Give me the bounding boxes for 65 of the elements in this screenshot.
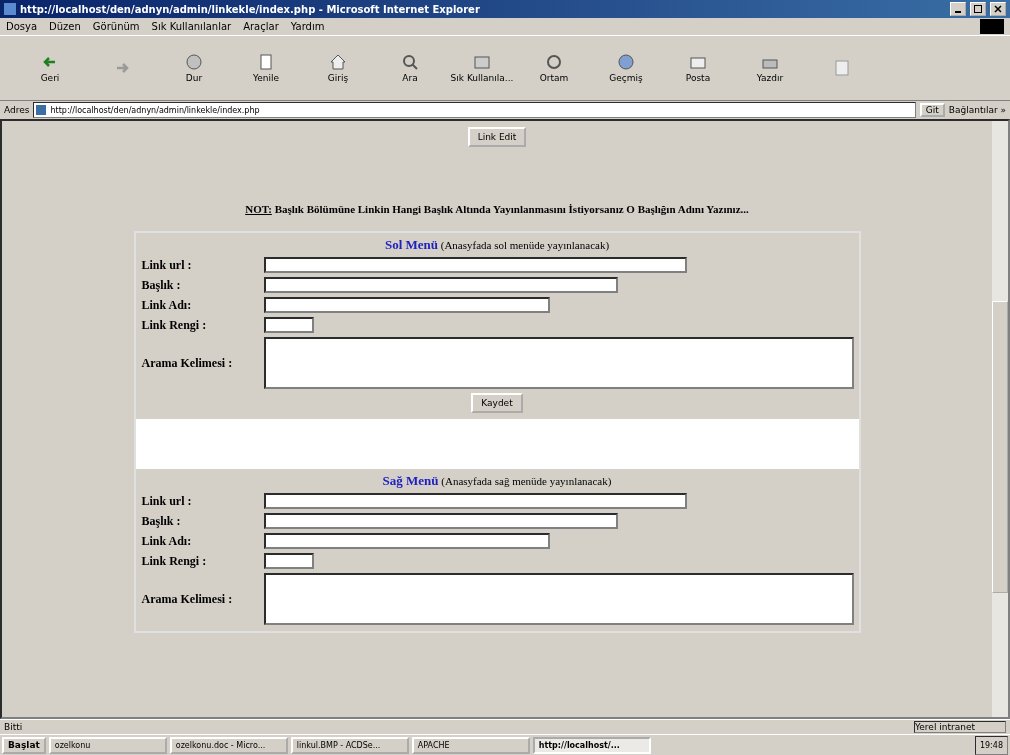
- link-edit-button[interactable]: Link Edit: [467, 127, 527, 147]
- taskbar-button[interactable]: APACHE: [411, 736, 530, 754]
- input-field[interactable]: [263, 277, 618, 293]
- window-title: http://localhost/den/adnyn/admin/linkekle/index.php - Microsoft Internet Explorer: [20, 3, 481, 15]
- input-field[interactable]: [263, 493, 687, 509]
- menu-item[interactable]: Dosya: [6, 21, 38, 32]
- close-button[interactable]: [990, 2, 1006, 16]
- field-label: Link Adı:: [141, 297, 193, 313]
- field-label: Başlık :: [141, 277, 182, 293]
- taskbar-button[interactable]: linkul.BMP - ACDSe...: [290, 736, 409, 754]
- address-label: Adres: [4, 105, 30, 115]
- keyword-textarea[interactable]: [263, 573, 854, 625]
- toolbar-button[interactable]: Dur: [158, 42, 230, 94]
- links-label[interactable]: Bağlantılar »: [948, 105, 1006, 115]
- toolbar-button[interactable]: Yenile: [230, 42, 302, 94]
- section-heading: Sağ Menü (Anasyfada sağ menüde yayınlanacak): [381, 473, 613, 489]
- start-button[interactable]: Başlat: [2, 736, 46, 754]
- menu-item[interactable]: Görünüm: [92, 21, 140, 32]
- field-label: Başlık :: [141, 513, 182, 529]
- input-field[interactable]: [263, 297, 550, 313]
- field-label: Arama Kelimesi :: [141, 355, 234, 371]
- field-label: Link url :: [141, 493, 193, 509]
- input-field[interactable]: [263, 553, 314, 569]
- input-field[interactable]: [263, 317, 314, 333]
- go-button[interactable]: Git: [919, 103, 945, 117]
- section-heading: Sol Menü (Anasyfada sol menüde yayınlanacak): [383, 237, 611, 253]
- toolbar-button[interactable]: Geçmiş: [590, 42, 662, 94]
- toolbar-button[interactable]: Sık Kullanıla...: [446, 42, 518, 94]
- close-icon: [994, 5, 1002, 13]
- page-icon: [36, 105, 47, 115]
- minimize-button[interactable]: [950, 2, 966, 16]
- maximize-button[interactable]: [970, 2, 986, 16]
- toolbar-button[interactable]: Ara: [374, 42, 446, 94]
- taskbar-button[interactable]: http://localhost/...: [532, 736, 651, 754]
- field-label: Link Rengi :: [141, 317, 208, 333]
- maximize-icon: [974, 5, 982, 13]
- menu-item[interactable]: Araçlar: [243, 21, 279, 32]
- menu-item[interactable]: Düzen: [49, 21, 81, 32]
- field-label: Arama Kelimesi :: [141, 591, 234, 607]
- toolbar-button[interactable]: Posta: [662, 42, 734, 94]
- browser-icon: [4, 3, 16, 15]
- input-field[interactable]: [263, 513, 618, 529]
- field-label: Link Rengi :: [141, 553, 208, 569]
- field-label: Link Adı:: [141, 533, 193, 549]
- taskbar-button[interactable]: ozelkonu: [48, 736, 167, 754]
- input-field[interactable]: [263, 257, 687, 273]
- note-text: NOT: Başlık Bölümüne Linkin Hangi Başlık Altında Yayınlanmasını İstiyorsanız O Başlığın Adını Yazınız...: [245, 203, 749, 215]
- zone-text: Yerel intranet: [914, 721, 1006, 733]
- toolbar-button[interactable]: Yazdır: [734, 42, 806, 94]
- toolbar-button[interactable]: Giriş: [302, 42, 374, 94]
- clock: 19:48: [979, 740, 1003, 750]
- search-icon: [401, 53, 419, 71]
- status-text: Bitti: [4, 722, 24, 732]
- scrollbar[interactable]: [992, 121, 1008, 717]
- address-field[interactable]: http://localhost/den/adnyn/admin/linkekle/index.php: [33, 102, 916, 118]
- taskbar-button[interactable]: ozelkonu.doc - Micro...: [169, 736, 288, 754]
- toolbar-button[interactable]: Ortam: [518, 42, 590, 94]
- field-label: Link url :: [141, 257, 193, 273]
- toolbar-button[interactable]: Geri: [14, 42, 86, 94]
- save-button[interactable]: Kaydet: [471, 393, 523, 413]
- keyword-textarea[interactable]: [263, 337, 854, 389]
- menu-item[interactable]: Sık Kullanılanlar: [151, 21, 232, 32]
- home-icon: [329, 53, 347, 71]
- menu-item[interactable]: Yardım: [290, 21, 325, 32]
- input-field[interactable]: [263, 533, 550, 549]
